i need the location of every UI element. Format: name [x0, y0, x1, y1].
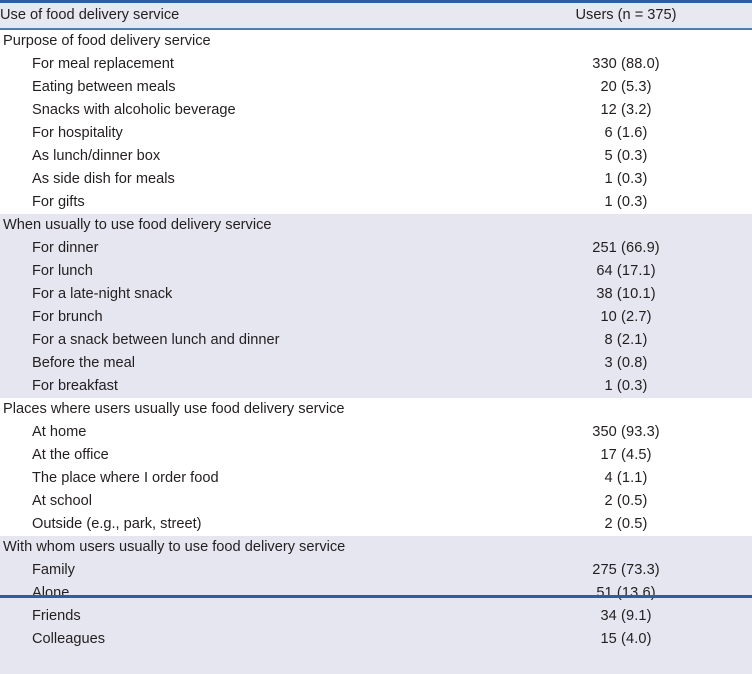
- row-value: 275 (73.3): [592, 562, 660, 579]
- row-value: 64 (17.1): [596, 263, 656, 280]
- row-label: The place where I order food: [32, 470, 219, 487]
- row-value: 3 (0.8): [604, 355, 648, 372]
- row-value: 5 (0.3): [604, 148, 648, 165]
- table-body: Purpose of food delivery service For meal…: [0, 29, 752, 674]
- data-table: Use of food delivery service Users (n = …: [0, 0, 752, 674]
- section-title: Purpose of food delivery service: [3, 33, 211, 50]
- section-header-row: Places where users usually use food deli…: [0, 398, 752, 421]
- food-delivery-usage-table: Use of food delivery service Users (n = …: [0, 0, 752, 674]
- table-bottom-spacer: [0, 651, 752, 674]
- row-label: For hospitality: [32, 125, 123, 142]
- row-value: 34 (9.1): [600, 608, 652, 625]
- row-value: 330 (88.0): [592, 56, 660, 73]
- section-title: With whom users usually to use food deli…: [3, 539, 346, 556]
- table-bottom-rule: [0, 595, 752, 598]
- row-label: For breakfast: [32, 378, 118, 395]
- section-title: When usually to use food delivery servic…: [3, 217, 272, 234]
- row-label: Friends: [32, 608, 81, 625]
- table-row: Family 275 (73.3): [0, 559, 752, 582]
- row-label: For a late-night snack: [32, 286, 173, 303]
- section-value-empty: [500, 214, 752, 237]
- row-value: 350 (93.3): [592, 424, 660, 441]
- table-row: For dinner 251 (66.9): [0, 237, 752, 260]
- row-value: 20 (5.3): [600, 79, 652, 96]
- table-row: As side dish for meals 1 (0.3): [0, 168, 752, 191]
- row-label: As side dish for meals: [32, 171, 175, 188]
- row-value: 8 (2.1): [604, 332, 648, 349]
- row-label: For dinner: [32, 240, 99, 257]
- row-value: 15 (4.0): [600, 631, 652, 648]
- row-label: For brunch: [32, 309, 103, 326]
- row-value: 1 (0.3): [604, 194, 648, 211]
- row-label: At school: [32, 493, 93, 510]
- table-row: Colleagues 15 (4.0): [0, 628, 752, 651]
- column-header-category: Use of food delivery service: [0, 0, 500, 30]
- row-label: For lunch: [32, 263, 93, 280]
- row-value: 2 (0.5): [604, 516, 648, 533]
- row-value: 38 (10.1): [596, 286, 656, 303]
- table-row: For hospitality 6 (1.6): [0, 122, 752, 145]
- row-value: 12 (3.2): [600, 102, 652, 119]
- spacer-cell: [0, 651, 500, 674]
- table-row: For lunch 64 (17.1): [0, 260, 752, 283]
- row-label: Eating between meals: [32, 79, 176, 96]
- row-value: 17 (4.5): [600, 447, 652, 464]
- row-label: Snacks with alcoholic beverage: [32, 102, 236, 119]
- table-row: Outside (e.g., park, street) 2 (0.5): [0, 513, 752, 536]
- table-row: For gifts 1 (0.3): [0, 191, 752, 214]
- row-label: Before the meal: [32, 355, 136, 372]
- section-header-row: When usually to use food delivery servic…: [0, 214, 752, 237]
- row-value: 251 (66.9): [592, 240, 660, 257]
- table-row: For breakfast 1 (0.3): [0, 375, 752, 398]
- row-value: 1 (0.3): [604, 171, 648, 188]
- table-row: As lunch/dinner box 5 (0.3): [0, 145, 752, 168]
- table-row: Friends 34 (9.1): [0, 605, 752, 628]
- row-label: For a snack between lunch and dinner: [32, 332, 280, 349]
- spacer-cell: [500, 651, 752, 674]
- section-value-empty: [500, 536, 752, 559]
- row-label: At home: [32, 424, 87, 441]
- table-row: At school 2 (0.5): [0, 490, 752, 513]
- row-value: 1 (0.3): [604, 378, 648, 395]
- table-row: The place where I order food 4 (1.1): [0, 467, 752, 490]
- row-value: 2 (0.5): [604, 493, 648, 510]
- table-row: Snacks with alcoholic beverage 12 (3.2): [0, 99, 752, 122]
- table-row: At the office 17 (4.5): [0, 444, 752, 467]
- row-label: For gifts: [32, 194, 85, 211]
- row-label: At the office: [32, 447, 109, 464]
- table-row: Eating between meals 20 (5.3): [0, 76, 752, 99]
- table-row: At home 350 (93.3): [0, 421, 752, 444]
- table-header-row: Use of food delivery service Users (n = …: [0, 0, 752, 30]
- table-row: Before the meal 3 (0.8): [0, 352, 752, 375]
- section-header-row: Purpose of food delivery service: [0, 29, 752, 53]
- table-head: Use of food delivery service Users (n = …: [0, 0, 752, 30]
- column-header-users: Users (n = 375): [500, 0, 752, 30]
- table-row: For a late-night snack 38 (10.1): [0, 283, 752, 306]
- row-label: Outside (e.g., park, street): [32, 516, 202, 533]
- section-title: Places where users usually use food deli…: [3, 401, 345, 418]
- section-value-empty: [500, 398, 752, 421]
- table-row: For brunch 10 (2.7): [0, 306, 752, 329]
- row-label: As lunch/dinner box: [32, 148, 161, 165]
- row-label: Family: [32, 562, 75, 579]
- row-value: 6 (1.6): [604, 125, 648, 142]
- row-value: 10 (2.7): [600, 309, 652, 326]
- section-header-row: With whom users usually to use food deli…: [0, 536, 752, 559]
- table-row: For a snack between lunch and dinner 8 (2…: [0, 329, 752, 352]
- section-value-empty: [500, 29, 752, 53]
- row-value: 4 (1.1): [604, 470, 648, 487]
- table-row: For meal replacement 330 (88.0): [0, 53, 752, 76]
- row-label: Colleagues: [32, 631, 106, 648]
- row-label: For meal replacement: [32, 56, 174, 73]
